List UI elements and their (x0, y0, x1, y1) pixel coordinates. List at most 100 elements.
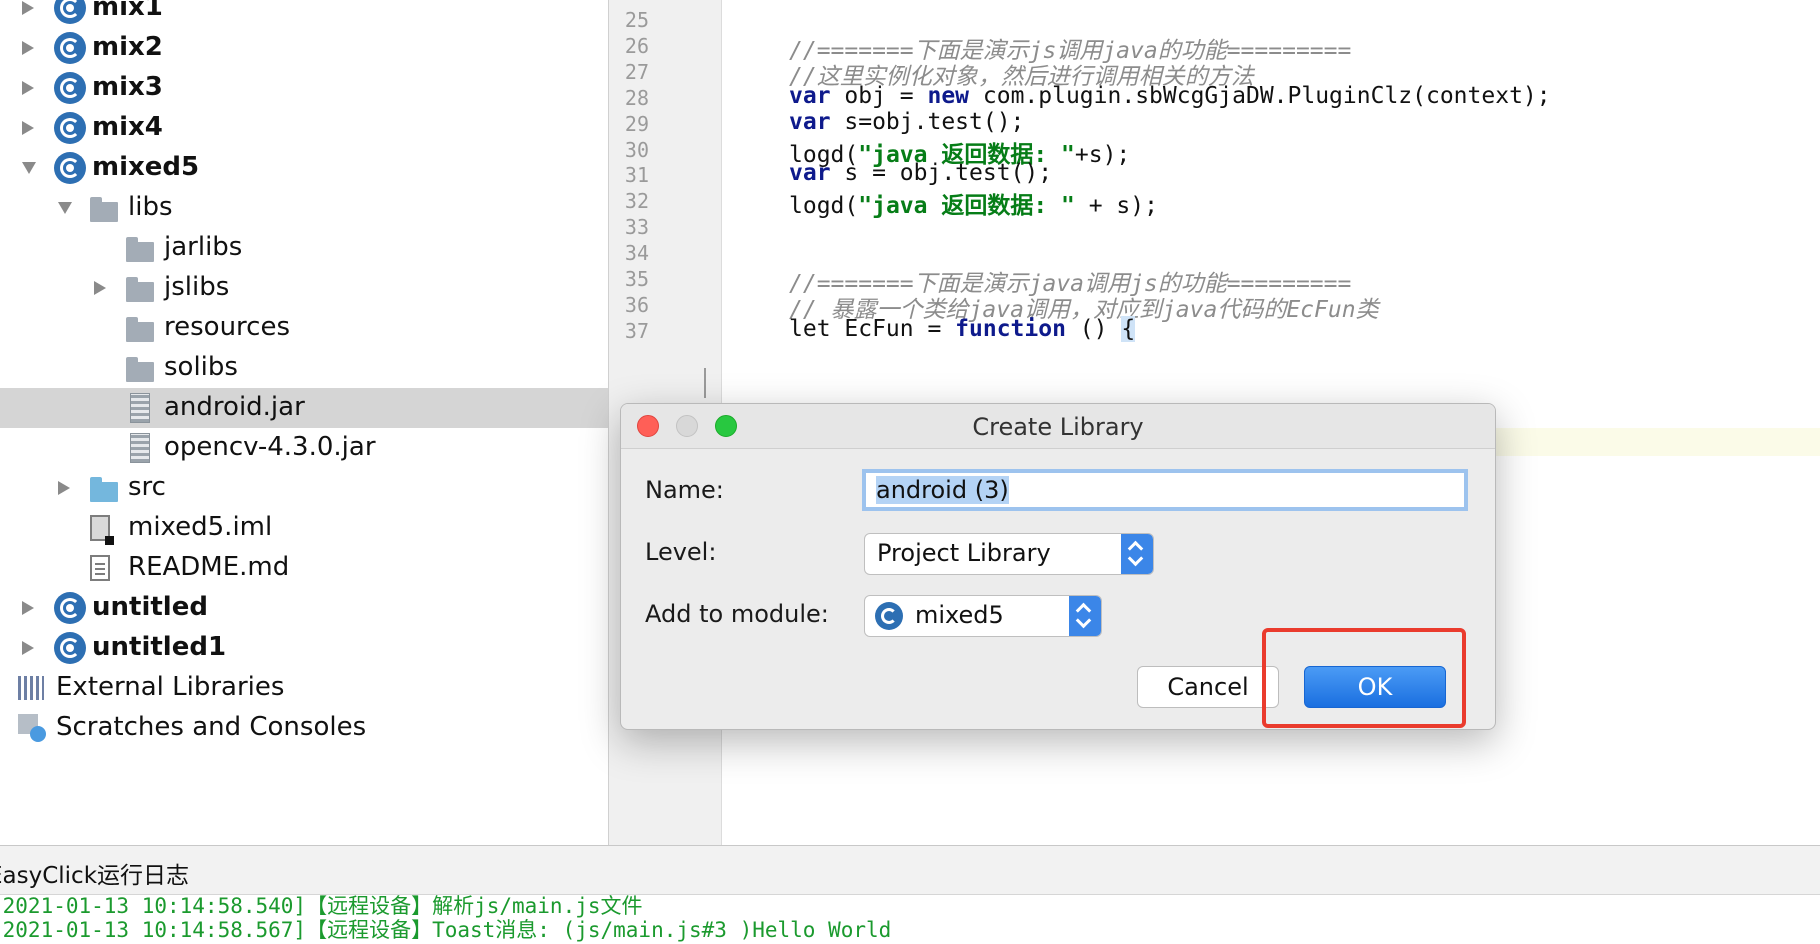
folder-icon (126, 317, 154, 342)
markdown-file-icon (90, 555, 110, 581)
code-token: { (1121, 315, 1136, 342)
chevron-right-icon[interactable] (22, 81, 34, 95)
module-select-value: mixed5 (915, 601, 1004, 629)
chevron-down-icon[interactable] (58, 202, 72, 214)
keyword-token: var (789, 82, 831, 109)
external-libraries-icon (18, 676, 44, 700)
chevron-down-icon[interactable] (22, 162, 36, 174)
tree-item[interactable]: opencv-4.3.0.jar (0, 428, 608, 468)
tree-item-label: untitled1 (92, 632, 227, 662)
log-panel-title: EasyClick运行日志 (0, 863, 190, 889)
tree-item[interactable]: mix4 (0, 108, 608, 148)
chevron-right-icon[interactable] (22, 641, 34, 655)
tree-item[interactable]: Scratches and Consoles (0, 708, 608, 748)
tree-item[interactable]: untitled1 (0, 628, 608, 668)
chevron-right-icon[interactable] (58, 481, 70, 495)
module-icon (54, 72, 86, 104)
tree-item[interactable]: jslibs (0, 268, 608, 308)
line-number: 34 (624, 241, 649, 266)
tree-item[interactable]: mix3 (0, 68, 608, 108)
module-icon (54, 592, 86, 624)
tree-item[interactable]: android.jar (0, 388, 608, 428)
keyword-token: var (789, 160, 831, 187)
line-number: 30 (624, 137, 649, 162)
tree-item-label: README.md (128, 552, 290, 582)
module-select-stepper-icon[interactable] (1069, 596, 1101, 636)
tree-item[interactable]: src (0, 468, 608, 508)
tree-item-label: src (128, 472, 166, 502)
dialog-title: Create Library (972, 413, 1144, 441)
line-number: 25 (624, 8, 649, 32)
cancel-button[interactable]: Cancel (1137, 666, 1279, 708)
tree-item-label: Scratches and Consoles (56, 712, 367, 742)
tree-item[interactable]: resources (0, 308, 608, 348)
tree-item[interactable]: mixed5.iml (0, 508, 608, 548)
module-select[interactable]: mixed5 (864, 595, 1102, 637)
chevron-right-icon[interactable] (22, 121, 34, 135)
tree-item[interactable]: libs (0, 188, 608, 228)
tree-item-label: mix3 (92, 72, 163, 102)
tree-item-label: untitled (92, 592, 208, 622)
log-panel-header[interactable]: EasyClick运行日志 (0, 846, 1820, 895)
source-folder-icon (90, 477, 118, 502)
code-line[interactable]: var s=obj.test(); (789, 109, 1024, 135)
module-icon (54, 152, 86, 184)
level-select[interactable]: Project Library (864, 533, 1154, 575)
line-number: 28 (624, 85, 649, 110)
tree-item-label: libs (128, 192, 173, 222)
folder-icon (126, 277, 154, 302)
tree-item[interactable]: mix2 (0, 28, 608, 68)
level-select-stepper-icon[interactable] (1121, 534, 1153, 574)
library-name-value: android (3) (876, 476, 1009, 504)
module-icon (54, 632, 86, 664)
folder-icon (126, 357, 154, 382)
folder-icon (126, 237, 154, 262)
line-number: 36 (624, 292, 649, 317)
tree-item-label: mix2 (92, 32, 163, 62)
name-label: Name: (645, 476, 724, 504)
jar-icon (130, 433, 150, 463)
tree-item-label: resources (164, 312, 291, 342)
module-icon (875, 602, 903, 630)
keyword-token: var (789, 108, 831, 135)
tree-item[interactable]: mixed5 (0, 148, 608, 188)
jar-icon (130, 393, 150, 423)
tree-item[interactable]: README.md (0, 548, 608, 588)
iml-file-icon (90, 515, 114, 545)
chevron-right-icon[interactable] (22, 41, 34, 55)
keyword-token: function (955, 315, 1066, 342)
code-line[interactable]: logd("java 返回数据: " + s); (789, 186, 1158, 220)
level-label: Level: (645, 538, 717, 566)
code-token: + s); (1074, 193, 1158, 220)
tree-item[interactable]: untitled (0, 588, 608, 628)
line-number: 27 (624, 59, 649, 84)
module-icon (54, 112, 86, 144)
code-token: s=obj.test(); (830, 108, 1025, 135)
dialog-titlebar[interactable]: Create Library (621, 404, 1495, 449)
folder-icon (90, 197, 118, 222)
tree-item[interactable]: solibs (0, 348, 608, 388)
line-number: 33 (624, 215, 649, 240)
tree-item-label: mix1 (92, 0, 163, 22)
tree-item[interactable]: mix1 (0, 0, 608, 28)
chevron-right-icon[interactable] (22, 601, 34, 615)
tree-item[interactable]: jarlibs (0, 228, 608, 268)
tree-item[interactable]: External Libraries (0, 668, 608, 708)
chevron-right-icon[interactable] (22, 1, 34, 15)
code-line[interactable]: let EcFun = function () { (789, 315, 1136, 342)
code-token: let EcFun = (789, 315, 956, 342)
module-icon (54, 0, 86, 24)
log-panel: EasyClick运行日志 [2021-01-13 10:14:58.540]【… (0, 845, 1820, 942)
code-token: () (1065, 315, 1122, 342)
code-line[interactable]: var obj = new com.plugin.sbWcgGjaDW.Plug… (789, 83, 1551, 109)
fold-guide (704, 368, 706, 398)
line-number: 26 (624, 33, 649, 58)
tree-item-label: jarlibs (164, 232, 243, 262)
library-name-input[interactable]: android (3) (862, 469, 1468, 511)
chevron-right-icon[interactable] (94, 281, 106, 295)
line-number: 32 (624, 189, 649, 214)
line-number: 31 (624, 163, 649, 188)
code-line[interactable]: var s = obj.test(); (789, 160, 1052, 186)
tree-item-label: solibs (164, 352, 238, 382)
log-line: [2021-01-13 10:14:58.567]【远程设备】Toast消息: … (0, 918, 892, 942)
